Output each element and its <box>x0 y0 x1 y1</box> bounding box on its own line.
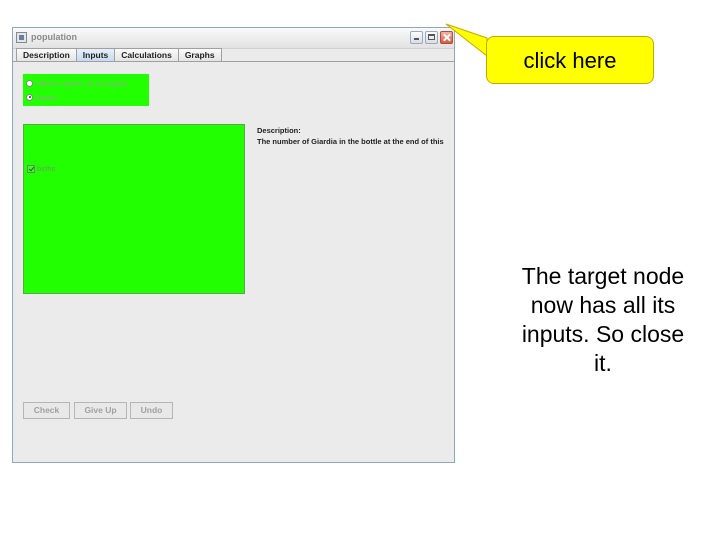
population-window: population Description Inputs Calculatio… <box>12 27 455 463</box>
tab-calculations[interactable]: Calculations <box>114 48 179 61</box>
tab-bar: Description Inputs Calculations Graphs <box>16 48 222 62</box>
window-title: population <box>31 32 77 42</box>
tab-description[interactable]: Description <box>16 48 77 61</box>
description-text: The number of Giardia in the bottle at t… <box>257 137 444 146</box>
input-mode-panel: Value is given, so no inputs Inputs: <box>23 74 149 106</box>
click-here-callout: click here <box>486 36 654 84</box>
radio-inputs[interactable]: Inputs: <box>26 91 59 103</box>
app-icon <box>16 32 27 43</box>
maximize-icon[interactable] <box>425 31 438 44</box>
tab-inputs[interactable]: Inputs <box>75 48 116 61</box>
input-node-label: births <box>37 164 56 173</box>
check-button[interactable]: Check <box>23 402 70 419</box>
input-node-births[interactable]: births <box>27 164 55 173</box>
radio-value-given[interactable]: Value is given, so no inputs <box>26 77 127 89</box>
minimize-icon[interactable] <box>410 31 423 44</box>
tab-graphs[interactable]: Graphs <box>177 48 222 61</box>
radio-inputs-label: Inputs: <box>36 92 59 102</box>
instruction-text: The target node now has all its inputs. … <box>521 263 685 376</box>
input-nodes-panel: births <box>23 124 245 294</box>
description-label: Description: <box>257 126 301 135</box>
radio-button-icon[interactable] <box>26 79 33 87</box>
checkbox-checked-icon[interactable] <box>27 164 35 173</box>
title-bar[interactable]: population <box>13 28 454 49</box>
give-up-button[interactable]: Give Up <box>74 402 127 419</box>
tab-divider <box>13 61 454 62</box>
undo-button[interactable]: Undo <box>130 402 173 419</box>
radio-value-given-label: Value is given, so no inputs <box>36 78 127 88</box>
radio-button-selected-icon[interactable] <box>26 93 33 101</box>
